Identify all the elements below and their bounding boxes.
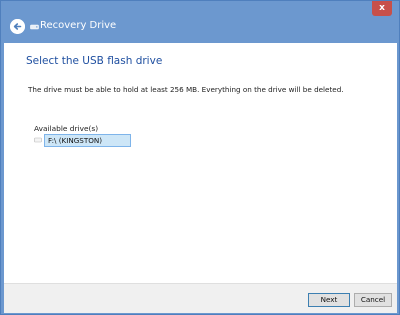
drive-item-label: F:\ (KINGSTON) <box>48 136 103 145</box>
back-button[interactable] <box>10 19 25 34</box>
available-drives-label: Available drive(s) <box>34 124 99 133</box>
close-icon: x <box>379 3 385 13</box>
back-arrow-icon <box>10 19 25 34</box>
page-title: Select the USB flash drive <box>26 55 163 67</box>
drive-item-kingston[interactable]: F:\ (KINGSTON) <box>44 134 131 147</box>
close-button[interactable]: x <box>372 1 392 16</box>
usb-drive-icon <box>34 137 42 143</box>
cancel-button[interactable]: Cancel <box>354 293 392 307</box>
drive-icon <box>30 24 39 30</box>
title-bar: x Recovery Drive <box>1 1 399 42</box>
next-button[interactable]: Next <box>308 293 350 307</box>
recovery-drive-window: x Recovery Drive Select the USB flash dr… <box>0 0 400 315</box>
drive-list: F:\ (KINGSTON) <box>34 134 154 148</box>
footer-bar: Next Cancel <box>4 283 397 313</box>
content-pane: Select the USB flash drive The drive mus… <box>4 43 397 283</box>
window-title: Recovery Drive <box>40 20 117 31</box>
page-description: The drive must be able to hold at least … <box>28 85 344 94</box>
